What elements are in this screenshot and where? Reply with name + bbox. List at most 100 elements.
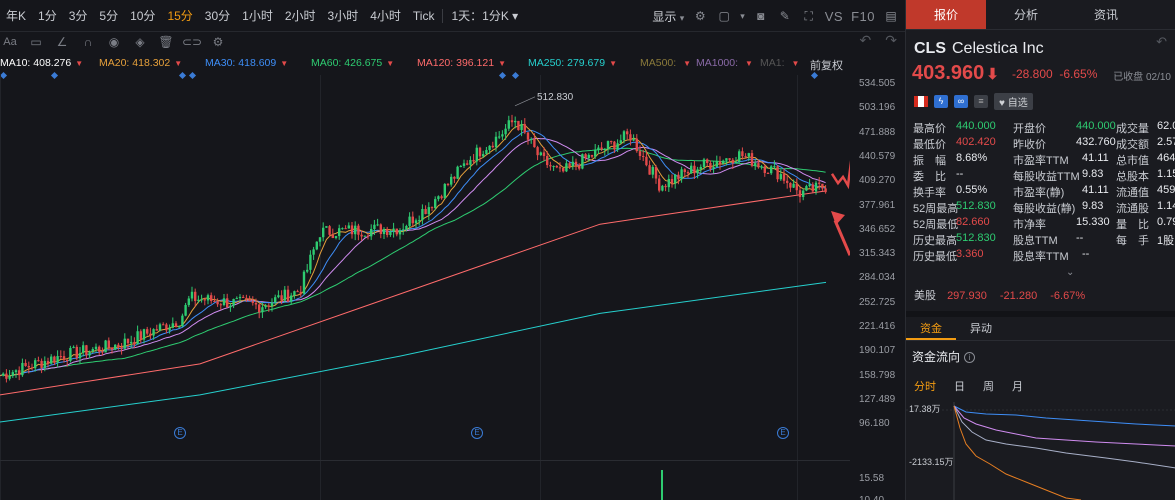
ma-legend-item[interactable]: MA10: 408.276 ▼ [0,57,83,69]
display-menu[interactable]: 显示 ▾ [652,8,684,25]
candle-body [766,172,770,174]
candle-body [200,299,203,301]
candle-body [635,138,638,152]
tab-movement[interactable]: 异动 [956,317,1006,340]
candle-body [565,163,568,172]
candle-body [482,154,485,157]
candle-body [152,329,155,336]
ma-legend-item[interactable]: MA60: 426.675 ▼ [311,57,394,69]
settings-gear-icon[interactable]: ⚙ [692,8,708,24]
line-draw-icon[interactable]: ∠ [54,34,70,50]
settings-icon[interactable]: ⚙ [210,34,226,50]
redo-icon[interactable]: ↷ [885,32,897,52]
ma-legend-item[interactable]: MA1000: ▼ [696,57,753,69]
stat-row: 历史最低 3.360 股息率TTM -- [913,248,1175,264]
candle-body [408,216,411,227]
candle-body [34,360,37,369]
stat-value: 9.83 [1082,168,1104,180]
magnet-icon[interactable]: ∩ [80,34,96,50]
range-select[interactable]: 1天：1分K ▾ [445,0,524,32]
caret-icon: ▼ [386,59,395,68]
layers-icon[interactable]: ◈ [132,34,148,50]
trash-icon[interactable]: 🗑 [158,34,174,50]
ma-legend-item[interactable]: MA20: 418.302 ▼ [99,57,182,69]
period-week[interactable]: 周 [983,378,994,394]
timeframe-3[interactable]: 5分 [93,0,124,32]
tab-analysis[interactable]: 分析 [986,0,1066,29]
candle-body [280,295,283,301]
earnings-marker[interactable]: E [777,427,789,439]
timeframe-10[interactable]: 4小时 [364,0,407,32]
link-icon[interactable]: ⊂⊃ [182,34,202,50]
expand-caret-icon[interactable]: ⌄ [1066,267,1074,278]
link-badge-icon[interactable]: ∞ [954,95,968,108]
comment-icon[interactable]: ▭ [28,34,44,50]
undo-icon[interactable]: ↶ [860,32,872,52]
stat-label: 市净率 [1013,219,1046,231]
font-size-icon[interactable]: Aa [2,34,18,50]
doc-badge-icon[interactable]: ≡ [974,95,988,108]
timeframe-8[interactable]: 2小时 [279,0,322,32]
fullscreen-icon[interactable]: ⛶ [801,8,817,24]
hide-drawings-icon[interactable]: ◉ [106,34,122,50]
add-watchlist-button[interactable]: ♥ 自选 [994,93,1033,110]
period-month[interactable]: 月 [1012,378,1023,394]
ma-legend-item[interactable]: MA30: 418.609 ▼ [205,57,288,69]
tab-quote[interactable]: 报价 [906,0,986,29]
timeframe-11[interactable]: Tick [407,0,441,32]
timeframe-7[interactable]: 1小时 [236,0,279,32]
earnings-marker[interactable]: E [471,427,483,439]
timeframe-2[interactable]: 3分 [63,0,94,32]
stat-value: 1.14 [1157,200,1175,212]
candle-body [354,225,357,235]
period-day[interactable]: 日 [954,378,965,394]
adjust-mode-button[interactable]: 前复权 [810,57,843,73]
quote-panel: 报价 分析 资讯 ↶ CLS Celestica Inc 403.960 ⬇ -28… [905,0,1175,500]
square-icon[interactable]: ▢ [716,8,732,24]
candle-body [238,296,242,299]
candle-body [824,188,827,193]
timeframe-9[interactable]: 3小时 [322,0,365,32]
candle-body [338,228,341,237]
ma-legend-item[interactable]: MA250: 279.679 ▼ [528,57,617,69]
candle-body [674,174,677,184]
timeframe-5[interactable]: 15分 [161,0,198,32]
candle-body [18,370,21,376]
ma-legend-item[interactable]: MA1: ▼ [760,57,799,69]
candle-body [302,271,306,294]
chevron-down-icon[interactable]: ▾ [740,11,745,22]
candle-body [709,163,712,169]
undo-icon[interactable]: ↶ [1156,34,1167,50]
earnings-marker[interactable]: E [174,427,186,439]
stat-label: 每 手 [1116,235,1149,247]
timeframe-6[interactable]: 30分 [199,0,236,32]
chart-area[interactable]: 年K 1分 3分 5分 10分 15分 30分 1小时 2小时 3小时 4小时 Tick 1天：1分K … [0,0,905,500]
timeframe-4[interactable]: 10分 [124,0,161,32]
fund-flow-chart [906,402,1175,500]
candle-body [325,226,328,228]
stat-label: 换手率 [913,187,946,199]
candle-body [472,159,475,162]
ma-legend-item[interactable]: MA500: ▼ [640,57,691,69]
candle-body [290,295,293,302]
options-badge-icon[interactable]: ϟ [934,95,948,108]
camera-icon[interactable]: ◙ [753,8,769,24]
candle-body [235,298,238,300]
candle-body [670,178,674,184]
tab-funds[interactable]: 资金 [906,317,956,340]
timeframe-0[interactable]: 年K [0,0,32,32]
candlestick-plot[interactable]: 512.830 [0,75,850,440]
candle-body [632,138,635,141]
pen-icon[interactable]: ✎ [777,8,793,24]
candle-body [677,174,680,180]
vs-button[interactable]: VS [825,9,843,24]
info-icon[interactable]: i [964,352,976,364]
candle-body [597,147,600,150]
ma-legend-item[interactable]: MA120: 396.121 ▼ [417,57,506,69]
layout-icon[interactable]: ▤ [883,8,899,24]
f10-button[interactable]: F10 [851,9,875,24]
period-intraday[interactable]: 分时 [914,378,936,394]
tab-news[interactable]: 资讯 [1066,0,1146,29]
timeframe-1[interactable]: 1分 [32,0,63,32]
stat-value: 82.660 [956,216,990,228]
